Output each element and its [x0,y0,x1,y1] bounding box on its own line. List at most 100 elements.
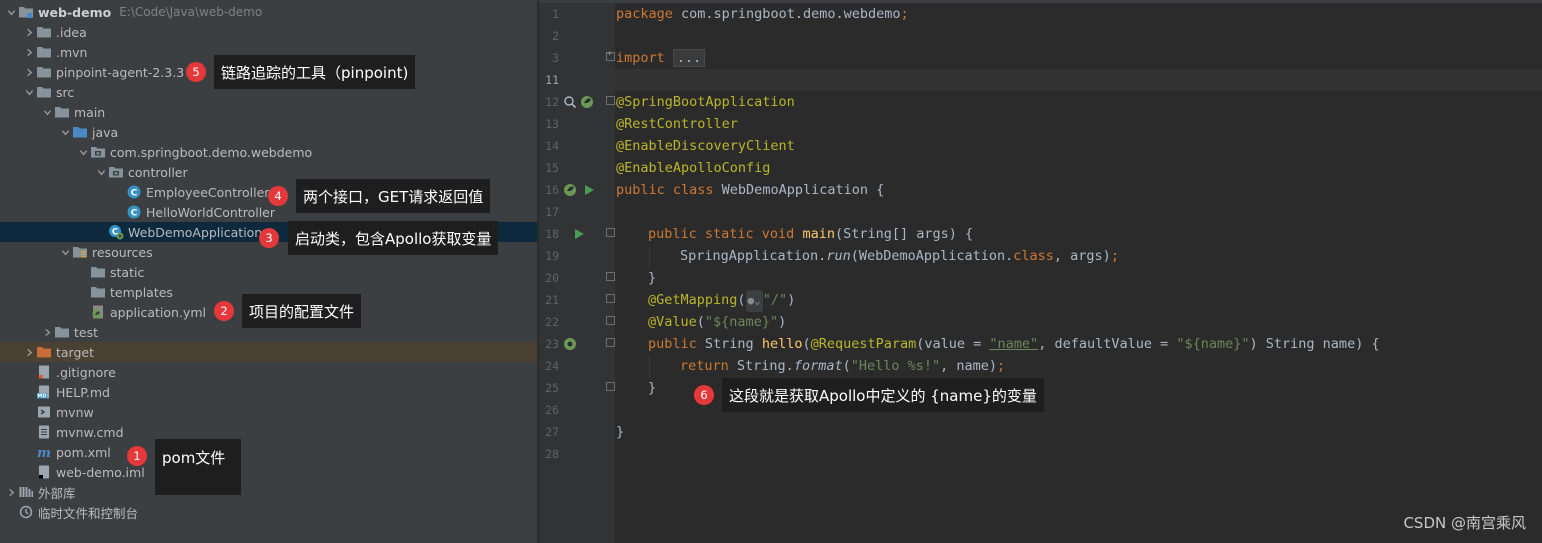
code-line-20[interactable]: } [648,267,656,289]
fold-marker-icon[interactable] [606,382,615,391]
code-text: ( [737,292,746,308]
tree-item-help-md[interactable]: MD HELP.md [0,382,537,402]
folder-icon [36,24,52,40]
tree-item-java[interactable]: java [0,122,537,142]
code-line-23[interactable]: public String hello(@RequestParam(value … [648,333,1380,355]
spring-bean-icon[interactable] [563,183,577,197]
tree-item-label: .mvn [56,44,88,60]
tree-item-pom-xml[interactable]: m pom.xml [0,442,537,462]
folded-imports[interactable]: ... [672,49,706,67]
code-line-22[interactable]: @Value("${name}") [648,311,786,333]
project-path-hint: E:\Code\Java\web-demo [119,5,263,19]
tree-item-mvnw-cmd[interactable]: mvnw.cmd [0,422,537,442]
string-literal: "/" [762,292,788,308]
run-icon[interactable] [572,227,586,241]
code-text: (value = [916,336,990,352]
code-line-16[interactable]: public class WebDemoApplication { [616,179,884,201]
tree-item-label: 外部库 [38,485,76,501]
tree-item-label: .idea [56,24,87,40]
code-line-1[interactable]: package com.springboot.demo.webdemo; [616,3,909,25]
keyword: class [1013,248,1054,264]
annotation-note-4: 两个接口，GET请求返回值 [296,179,491,213]
chevron-right-icon[interactable] [22,42,36,62]
tree-item-[interactable]: 临时文件和控制台 [0,502,537,522]
chevron-down-icon[interactable] [58,242,72,262]
code-text: , args) [1053,248,1111,264]
chevron-down-icon[interactable] [40,102,54,122]
semicolon: ; [997,358,1006,374]
tree-item-mvnw[interactable]: mvnw [0,402,537,422]
run-icon[interactable] [582,183,596,197]
code-text: ) String name) { [1249,336,1380,352]
package-icon [90,144,106,160]
tree-item-label: EmployeeController [146,184,270,200]
url-inlay-icon[interactable]: ●⌄ [745,290,763,312]
code-line-24[interactable]: return String.format("Hello %s!", name); [680,355,1005,377]
chevron-right-icon[interactable] [4,482,18,502]
code-line-12[interactable]: @SpringBootApplication [616,91,795,113]
chevron-down-icon[interactable] [58,122,72,142]
fold-marker-icon[interactable] [606,272,615,281]
tree-item-[interactable]: 外部库 [0,482,537,502]
code-text: (WebDemoApplication. [850,248,1014,264]
line-number: 13 [545,117,559,131]
tree-item-web-demo-iml[interactable]: web-demo.iml [0,462,537,482]
text-file-icon [36,424,52,440]
spring-bean-icon[interactable] [580,95,594,109]
annotation-badge-5: 5 [186,62,206,82]
code-line-3[interactable]: import ... [616,47,706,69]
fold-marker-icon[interactable] [606,96,615,105]
code-line-21[interactable]: @GetMapping(●⌄ "/") [648,289,795,312]
keyword: package [616,6,673,22]
scratches-icon [18,504,34,520]
tree-item-idea[interactable]: .idea [0,22,537,42]
code-line-19[interactable]: SpringApplication.run(WebDemoApplication… [680,245,1119,267]
tree-item-label: mvnw [56,404,94,420]
fold-marker-icon[interactable] [606,316,615,325]
code-line-15[interactable]: @EnableApolloConfig [616,157,770,179]
keyword: public static void [648,226,795,242]
tree-item-web-demo[interactable]: web-demo E:\Code\Java\web-demo [0,2,537,22]
tree-item-static[interactable]: static [0,262,537,282]
tree-item-target[interactable]: target [0,342,537,362]
method-name: main [802,226,835,242]
chevron-down-icon[interactable] [4,2,18,22]
string-literal: "Hello %s!" [850,358,941,374]
chevron-down-icon[interactable] [94,162,108,182]
chevron-right-icon[interactable] [40,322,54,342]
fold-marker-icon[interactable] [606,49,615,61]
tree-item-gitignore[interactable]: .gitignore [0,362,537,382]
chevron-down-icon[interactable] [22,82,36,102]
fold-marker-icon[interactable] [606,228,615,237]
line-number: 19 [545,249,559,263]
tree-item-main[interactable]: main [0,102,537,122]
bean-navigation-icon[interactable] [563,95,577,109]
tree-item-label: test [74,324,99,340]
code-line-27[interactable]: } [616,421,624,443]
annotation-note-1: pom文件 [155,439,241,495]
tree-item-com-springboot-demo-webdemo[interactable]: com.springboot.demo.webdemo [0,142,537,162]
chevron-down-icon[interactable] [76,142,90,162]
code-line-18[interactable]: public static void main(String[] args) { [648,223,973,245]
code-line-13[interactable]: @RestController [616,113,738,135]
code-editor[interactable]: 1 2 3 11 12 13 14 15 16 17 18 19 20 21 22 23 24 25 26 27 28 … [539,0,1542,543]
chevron-right-icon[interactable] [22,342,36,362]
fold-marker-icon[interactable] [606,294,615,303]
code-line-25[interactable]: } [648,377,656,399]
line-number: 3 [552,51,559,65]
spring-boot-class-icon: C [108,224,124,240]
fold-marker-icon[interactable] [606,338,615,347]
svg-text:MD: MD [37,394,46,400]
tree-item-label: WebDemoApplication [128,224,263,240]
tree-item-label: controller [128,164,188,180]
line-number: 16 [545,183,559,197]
excluded-folder-icon [36,344,52,360]
line-number: 25 [545,381,559,395]
chevron-right-icon[interactable] [22,22,36,42]
chevron-right-icon[interactable] [22,62,36,82]
code-line-14[interactable]: @EnableDiscoveryClient [616,135,795,157]
spring-config-icon [90,304,106,320]
request-mapping-icon[interactable] [563,337,577,351]
tree-item-label: java [92,124,119,140]
annotation: @RequestParam [810,336,917,352]
